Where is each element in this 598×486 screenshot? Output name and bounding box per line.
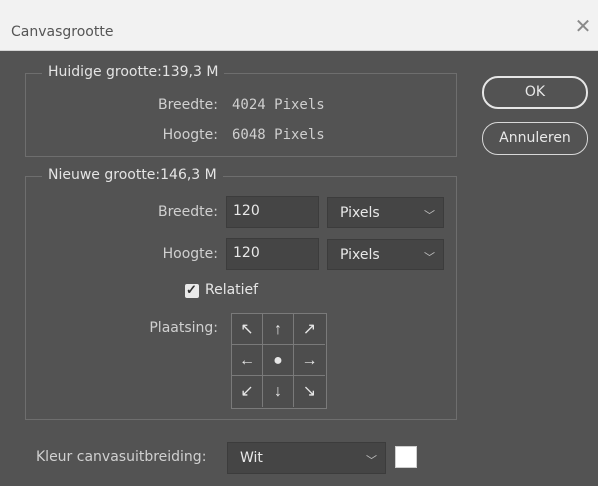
- chevron-down-icon: ﹀: [424, 209, 435, 222]
- new-size-legend: Nieuwe grootte:146,3 M: [42, 167, 223, 183]
- new-width-input[interactable]: 120: [226, 196, 319, 228]
- new-height-label: Hoogte:: [162, 246, 218, 262]
- current-width-label: Breedte:: [158, 97, 218, 113]
- new-height-input[interactable]: 120: [226, 238, 319, 270]
- arrow-up-icon[interactable]: ↑: [263, 314, 294, 345]
- current-width-value: 4024 Pixels: [232, 97, 325, 113]
- current-size-legend: Huidige grootte:139,3 M: [42, 64, 225, 80]
- chevron-down-icon: ﹀: [424, 251, 435, 264]
- ok-button[interactable]: OK: [482, 76, 588, 109]
- arrow-down-icon[interactable]: ↓: [263, 376, 294, 407]
- close-icon[interactable]: ✕: [573, 17, 593, 37]
- title-bar: Canvasgrootte ✕: [0, 0, 598, 51]
- chevron-down-icon: ﹀: [366, 454, 377, 467]
- width-unit-select[interactable]: Pixels ﹀: [327, 197, 444, 228]
- canvas-size-dialog: Canvasgrootte ✕ Huidige grootte:139,3 M …: [0, 0, 598, 486]
- extension-color-value: Wit: [240, 450, 263, 466]
- extension-color-select[interactable]: Wit ﹀: [227, 442, 386, 474]
- arrow-up-right-icon[interactable]: ↗: [294, 314, 325, 345]
- height-unit-value: Pixels: [340, 247, 380, 263]
- anchor-label: Plaatsing:: [149, 320, 218, 336]
- checkmark-icon: ✓: [186, 282, 197, 297]
- new-width-label: Breedte:: [158, 204, 218, 220]
- extension-color-label: Kleur canvasuitbreiding:: [36, 449, 207, 465]
- current-height-label: Hoogte:: [162, 127, 218, 143]
- cancel-button[interactable]: Annuleren: [482, 122, 588, 155]
- anchor-grid[interactable]: ↖ ↑ ↗ ← ● → ↙ ↓ ↘: [231, 313, 327, 409]
- arrow-down-left-icon[interactable]: ↙: [232, 376, 263, 407]
- arrow-right-icon[interactable]: →: [294, 345, 325, 376]
- dialog-title: Canvasgrootte: [11, 24, 114, 40]
- extension-color-swatch[interactable]: [395, 446, 417, 468]
- arrow-up-left-icon[interactable]: ↖: [232, 314, 263, 345]
- relative-label: Relatief: [205, 282, 259, 298]
- arrow-left-icon[interactable]: ←: [232, 345, 263, 376]
- current-height-value: 6048 Pixels: [232, 127, 325, 143]
- width-unit-value: Pixels: [340, 205, 380, 221]
- relative-checkbox[interactable]: ✓: [185, 282, 199, 298]
- arrow-down-right-icon[interactable]: ↘: [294, 376, 325, 407]
- current-size-group: [25, 73, 457, 157]
- height-unit-select[interactable]: Pixels ﹀: [327, 239, 444, 270]
- anchor-center-icon[interactable]: ●: [263, 345, 294, 376]
